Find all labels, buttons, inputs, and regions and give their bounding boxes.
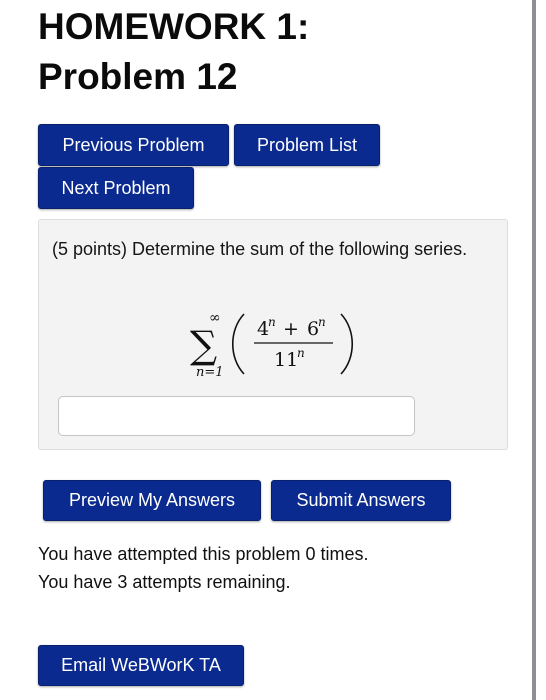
summation-symbol: ∑ — [190, 323, 217, 367]
page-title: HOMEWORK 1: Problem 12 — [38, 2, 309, 102]
email-ta-button[interactable]: Email WeBWorK TA — [38, 645, 244, 686]
previous-problem-button[interactable]: Previous Problem — [38, 124, 229, 166]
attempt-status: You have attempted this problem 0 times.… — [38, 540, 369, 596]
problem-statement: (5 points) Determine the sum of the foll… — [52, 239, 468, 259]
title-line-homework: HOMEWORK 1: — [38, 6, 310, 47]
right-parenthesis — [340, 313, 353, 375]
title-line-problem: Problem 12 — [38, 56, 238, 97]
page-right-border — [532, 0, 536, 700]
remaining-attempts-text: You have 3 attempts remaining. — [38, 572, 291, 592]
problem-panel: (5 points) Determine the sum of the foll… — [38, 219, 508, 450]
series-lower-limit: n=1 — [196, 365, 224, 380]
preview-answers-button[interactable]: Preview My Answers — [43, 480, 261, 521]
numerator-term-two-exponent: n — [318, 315, 326, 329]
series-expression: ∞ ∑ n=1 4 n + 6 n 11 n — [190, 310, 353, 380]
denominator-exponent: n — [297, 346, 305, 360]
next-problem-button[interactable]: Next Problem — [38, 167, 194, 209]
left-parenthesis — [232, 313, 245, 375]
numerator-plus: + — [283, 318, 299, 340]
numerator-term-one-exponent: n — [268, 315, 276, 329]
submit-answers-button[interactable]: Submit Answers — [271, 480, 451, 521]
attempted-count-text: You have attempted this problem 0 times. — [38, 544, 369, 564]
denominator-base: 11 — [274, 349, 298, 371]
problem-list-button[interactable]: Problem List — [234, 124, 380, 166]
answer-input[interactable] — [58, 396, 415, 436]
